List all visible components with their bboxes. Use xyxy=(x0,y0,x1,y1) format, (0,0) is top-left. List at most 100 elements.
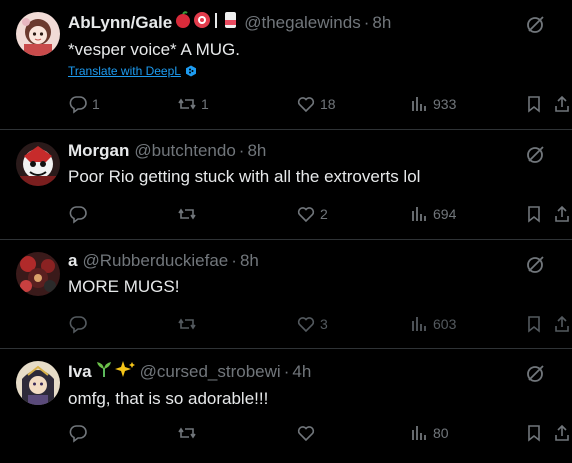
translate-label[interactable]: Translate with DeepL xyxy=(68,64,181,78)
grok-icon[interactable] xyxy=(526,14,546,34)
tweet-item[interactable]: AbLynn/Gale @thegalewinds · 8h *vesper v… xyxy=(0,0,572,130)
views-button[interactable]: 80 xyxy=(409,423,449,443)
share-button[interactable] xyxy=(552,204,572,224)
share-button[interactable] xyxy=(552,94,572,114)
like-button[interactable]: 18 xyxy=(296,94,336,114)
tweet-actions: 3 603 xyxy=(68,314,572,336)
reply-feed: AbLynn/Gale @thegalewinds · 8h *vesper v… xyxy=(0,0,572,463)
tweet-header: AbLynn/Gale @thegalewinds · 8h xyxy=(68,11,572,34)
grok-icon[interactable] xyxy=(526,363,546,383)
separator-dot: · xyxy=(283,361,290,381)
views-button[interactable]: 694 xyxy=(409,204,456,224)
reply-button[interactable] xyxy=(68,314,92,334)
analytics-icon xyxy=(412,426,426,440)
share-icon xyxy=(555,205,569,222)
share-button[interactable] xyxy=(552,314,572,334)
like-count: 18 xyxy=(320,96,336,112)
tweet-text: MORE MUGS! xyxy=(68,277,180,296)
reply-icon xyxy=(69,96,87,114)
heart-icon xyxy=(297,97,315,113)
tweet-text: omfg, that is so adorable!!! xyxy=(68,389,269,408)
view-count: 80 xyxy=(433,425,449,441)
display-name[interactable]: Iva xyxy=(68,362,92,382)
tweet-text: Poor Rio getting stuck with all the extr… xyxy=(68,167,421,186)
bookmark-button[interactable] xyxy=(524,94,544,114)
like-count: 3 xyxy=(320,316,328,332)
tweet-body: a @Rubberduckiefae · 8h MORE MUGS! xyxy=(68,251,572,298)
reply-icon xyxy=(69,316,87,334)
view-count: 933 xyxy=(433,96,457,112)
bookmark-icon xyxy=(528,96,540,113)
view-count: 694 xyxy=(433,206,457,222)
display-name[interactable]: Morgan xyxy=(68,141,129,161)
name-emoji-badges xyxy=(95,360,135,383)
reply-icon xyxy=(69,425,87,443)
like-button[interactable]: 2 xyxy=(296,204,328,224)
bookmark-icon xyxy=(528,316,540,333)
share-button[interactable] xyxy=(552,423,572,443)
avatar[interactable] xyxy=(16,361,60,405)
grok-icon[interactable] xyxy=(526,144,546,164)
reply-icon xyxy=(69,206,87,224)
tweet-item[interactable]: Morgan @butchtendo · 8h Poor Rio getting… xyxy=(0,130,572,240)
separator-dot: · xyxy=(238,141,245,160)
tweet-body: Morgan @butchtendo · 8h Poor Rio getting… xyxy=(68,141,572,188)
views-button[interactable]: 933 xyxy=(409,94,456,114)
share-icon xyxy=(555,315,569,332)
deepl-icon xyxy=(185,65,196,77)
timestamp[interactable]: 4h xyxy=(292,362,311,382)
heart-icon xyxy=(297,317,315,333)
tweet-actions: 80 xyxy=(68,423,572,445)
analytics-icon xyxy=(412,97,426,111)
heart-icon xyxy=(297,426,315,442)
translate-link[interactable]: Translate with DeepL xyxy=(68,64,572,78)
bookmark-button[interactable] xyxy=(524,423,544,443)
heart-icon xyxy=(297,207,315,223)
display-name[interactable]: AbLynn/Gale xyxy=(68,13,172,33)
retweet-count: 1 xyxy=(201,96,209,112)
reply-button[interactable] xyxy=(68,423,92,443)
retweet-icon xyxy=(178,318,196,330)
tweet-body: AbLynn/Gale @thegalewinds · 8h *vesper v… xyxy=(68,11,572,78)
retweet-button[interactable] xyxy=(177,204,201,224)
analytics-icon xyxy=(412,207,426,221)
tweet-text: *vesper voice* A MUG. xyxy=(68,40,240,59)
separator-dot: · xyxy=(231,251,237,270)
tweet-actions: 2 694 xyxy=(68,204,572,226)
user-handle[interactable]: @Rubberduckiefae xyxy=(82,251,228,271)
tweet-actions: 1 1 18 933 xyxy=(68,94,572,116)
reply-button[interactable]: 1 xyxy=(68,94,100,114)
reply-button[interactable] xyxy=(68,204,92,224)
timestamp[interactable]: 8h xyxy=(372,13,391,33)
bookmark-icon xyxy=(528,206,540,223)
tweet-header: Morgan @butchtendo · 8h xyxy=(68,141,572,161)
retweet-button[interactable] xyxy=(177,423,201,443)
view-count: 603 xyxy=(433,316,457,332)
grok-icon[interactable] xyxy=(526,254,546,274)
bookmark-icon xyxy=(528,425,540,442)
retweet-icon xyxy=(178,208,196,220)
user-handle[interactable]: @butchtendo xyxy=(134,141,235,161)
bookmark-button[interactable] xyxy=(524,314,544,334)
share-icon xyxy=(555,95,569,112)
timestamp[interactable]: 8h xyxy=(240,251,259,271)
user-handle[interactable]: @cursed_strobewi xyxy=(140,362,281,382)
avatar[interactable] xyxy=(16,252,60,296)
reply-count: 1 xyxy=(92,96,100,112)
like-button[interactable]: 3 xyxy=(296,314,328,334)
tweet-item[interactable]: a @Rubberduckiefae · 8h MORE MUGS! 3 603 xyxy=(0,240,572,349)
tweet-body: Iva @cursed_strobewi · 4h omfg, that is … xyxy=(68,360,572,410)
bookmark-button[interactable] xyxy=(524,204,544,224)
tweet-item[interactable]: Iva @cursed_strobewi · 4h omfg, that is … xyxy=(0,349,572,463)
retweet-icon xyxy=(178,98,196,110)
timestamp[interactable]: 8h xyxy=(247,141,266,161)
tweet-header: a @Rubberduckiefae · 8h xyxy=(68,251,572,271)
views-button[interactable]: 603 xyxy=(409,314,456,334)
display-name[interactable]: a xyxy=(68,251,77,271)
user-handle[interactable]: @thegalewinds xyxy=(244,13,361,33)
avatar[interactable] xyxy=(16,12,60,56)
avatar[interactable] xyxy=(16,142,60,186)
retweet-button[interactable]: 1 xyxy=(177,94,209,114)
retweet-button[interactable] xyxy=(177,314,201,334)
like-button[interactable] xyxy=(296,423,320,443)
